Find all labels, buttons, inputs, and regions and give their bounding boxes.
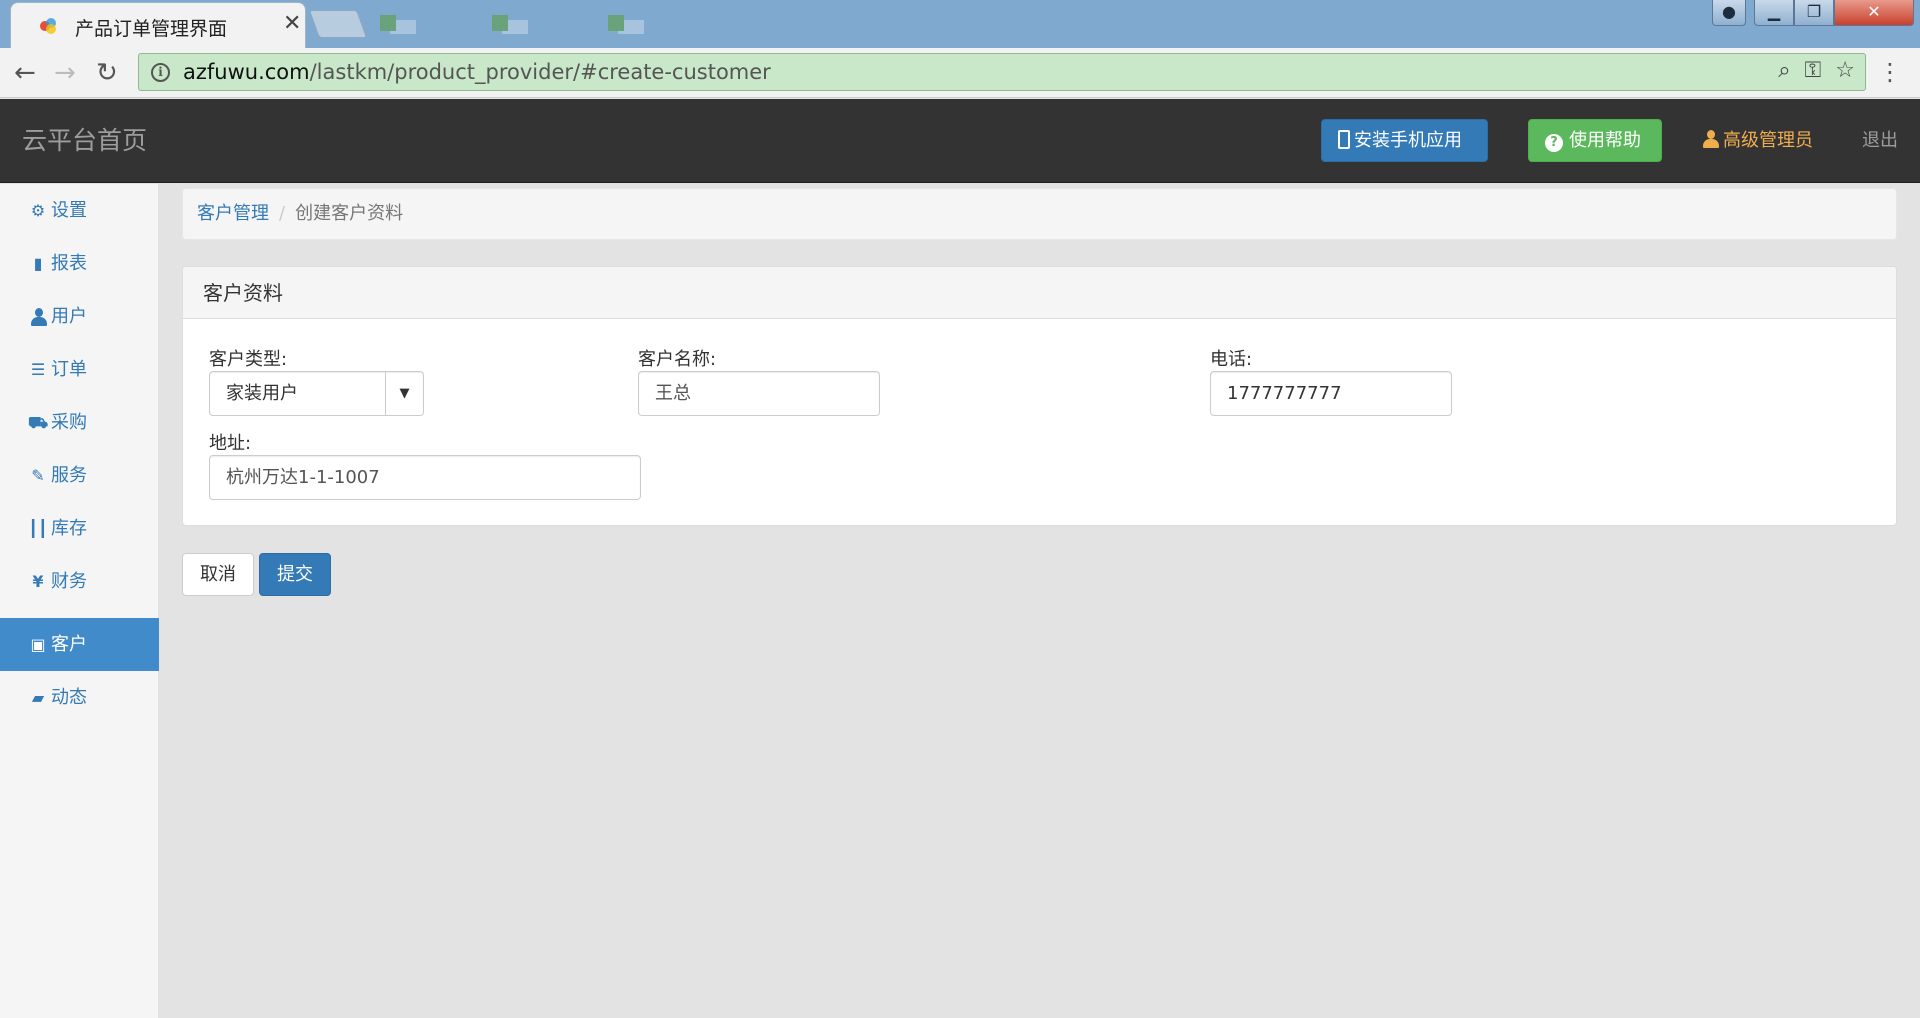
barcode-icon: ┃┃ xyxy=(28,519,48,538)
bookmark-star-icon[interactable]: ☆ xyxy=(1835,58,1855,83)
reload-icon[interactable]: ↻ xyxy=(96,58,118,88)
yen-icon: ¥ xyxy=(32,572,44,591)
address-label: 地址: xyxy=(209,433,252,454)
new-tab-button[interactable] xyxy=(308,10,368,38)
gear-icon: ⚙ xyxy=(30,201,46,220)
window-controls: ● ▁ ❐ ✕ xyxy=(1712,0,1914,26)
briefcase-icon: ▣ xyxy=(30,635,46,654)
sidebar-item-service[interactable]: ✎ 服务 xyxy=(0,449,159,502)
tab-close-icon[interactable]: ✕ xyxy=(283,11,301,36)
customer-type-label: 客户类型: xyxy=(209,349,288,370)
profile-icon[interactable]: ● xyxy=(1712,0,1746,26)
sidebar-item-users[interactable]: 用户 xyxy=(0,290,159,343)
breadcrumb: 客户管理 / 创建客户资料 xyxy=(182,188,1897,240)
install-app-button[interactable]: 安装手机应用 xyxy=(1321,119,1488,162)
user-icon xyxy=(28,290,48,343)
browser-menu-icon[interactable]: ⋮ xyxy=(1878,58,1902,86)
sidebar-item-finance[interactable]: ¥ 财务 xyxy=(0,555,159,608)
cancel-button[interactable]: 取消 xyxy=(182,553,254,596)
breadcrumb-current: 创建客户资料 xyxy=(295,203,404,224)
sidebar-item-customers[interactable]: ▣ 客户 xyxy=(0,618,159,671)
site-favicon-icon xyxy=(40,18,56,34)
browser-tab[interactable]: 产品订单管理界面 ✕ xyxy=(10,2,306,48)
background-tab-icon xyxy=(604,12,644,36)
sidebar-item-orders[interactable]: ☰ 订单 xyxy=(0,343,159,396)
tab-title: 产品订单管理界面 xyxy=(75,18,228,40)
minimize-icon[interactable]: ▁ xyxy=(1754,0,1794,26)
forward-arrow-icon[interactable]: → xyxy=(54,58,76,88)
sidebar-item-reports[interactable]: ▮ 报表 xyxy=(0,237,159,290)
sidebar-item-inventory[interactable]: ┃┃ 库存 xyxy=(0,502,159,555)
zoom-icon[interactable]: ⌕ xyxy=(1778,58,1790,83)
caret-down-icon[interactable]: ▼ xyxy=(385,372,423,415)
breadcrumb-separator: / xyxy=(279,203,286,224)
sidebar-item-settings[interactable]: ⚙ 设置 xyxy=(0,184,159,237)
app-navbar: 云平台首页 安装手机应用 ? 使用帮助 高级管理员 退出 xyxy=(0,99,1920,183)
user-menu[interactable]: 高级管理员 xyxy=(1702,126,1813,152)
background-tab-icon xyxy=(488,12,528,36)
mobile-phone-icon xyxy=(1338,130,1350,149)
logout-link[interactable]: 退出 xyxy=(1862,126,1898,152)
submit-button[interactable]: 提交 xyxy=(259,553,331,596)
customer-type-select[interactable]: 家装用户 ▼ xyxy=(209,371,424,416)
panel-title: 客户资料 xyxy=(183,267,1896,319)
bar-chart-icon: ▮ xyxy=(33,254,43,273)
browser-tab-strip: 产品订单管理界面 ✕ ● ▁ ❐ ✕ xyxy=(0,0,1920,48)
cart-icon: ⛟ xyxy=(28,413,49,432)
comment-icon: ▰ xyxy=(31,688,45,707)
sidebar-item-activity[interactable]: ▰ 动态 xyxy=(0,671,159,724)
restore-icon[interactable]: ❐ xyxy=(1794,0,1834,26)
browser-toolbar: ← → ↻ i azfuwu.com/lastkm/product_provid… xyxy=(0,48,1920,98)
key-icon[interactable]: ⚿ xyxy=(1805,58,1822,83)
brand-link[interactable]: 云平台首页 xyxy=(22,121,147,157)
address-bar[interactable]: i azfuwu.com/lastkm/product_provider/#cr… xyxy=(138,53,1866,91)
customer-type-value: 家装用户 xyxy=(226,383,298,404)
help-button[interactable]: ? 使用帮助 xyxy=(1528,119,1662,162)
customer-name-label: 客户名称: xyxy=(638,349,717,370)
wrench-icon: ✎ xyxy=(31,466,45,485)
window-close-icon[interactable]: ✕ xyxy=(1834,0,1914,26)
customer-form-panel: 客户资料 客户类型: 家装用户 ▼ 客户名称: 王总 电话: 177777777… xyxy=(182,266,1897,526)
sidebar-item-purchasing[interactable]: ⛟ 采购 xyxy=(0,396,159,449)
question-circle-icon: ? xyxy=(1545,134,1563,152)
phone-input[interactable]: 1777777777 xyxy=(1210,371,1452,416)
phone-label: 电话: xyxy=(1210,349,1253,370)
back-arrow-icon[interactable]: ← xyxy=(14,58,36,88)
url-text[interactable]: azfuwu.com/lastkm/product_provider/#crea… xyxy=(183,60,771,84)
sidebar: ⚙ 设置 ▮ 报表 用户 ☰ 订单 ⛟ 采购 ✎ 服务 ┃┃ 库存 ¥ 财务 ▣ 客户 ▰ 动态 xyxy=(0,184,159,1018)
list-icon: ☰ xyxy=(30,360,46,379)
user-icon xyxy=(1702,130,1720,148)
address-input[interactable]: 杭州万达1-1-1007 xyxy=(209,455,641,500)
info-icon[interactable]: i xyxy=(151,63,170,82)
background-tab-icon xyxy=(376,12,416,36)
customer-name-input[interactable]: 王总 xyxy=(638,371,880,416)
breadcrumb-customer-management[interactable]: 客户管理 xyxy=(197,203,269,224)
